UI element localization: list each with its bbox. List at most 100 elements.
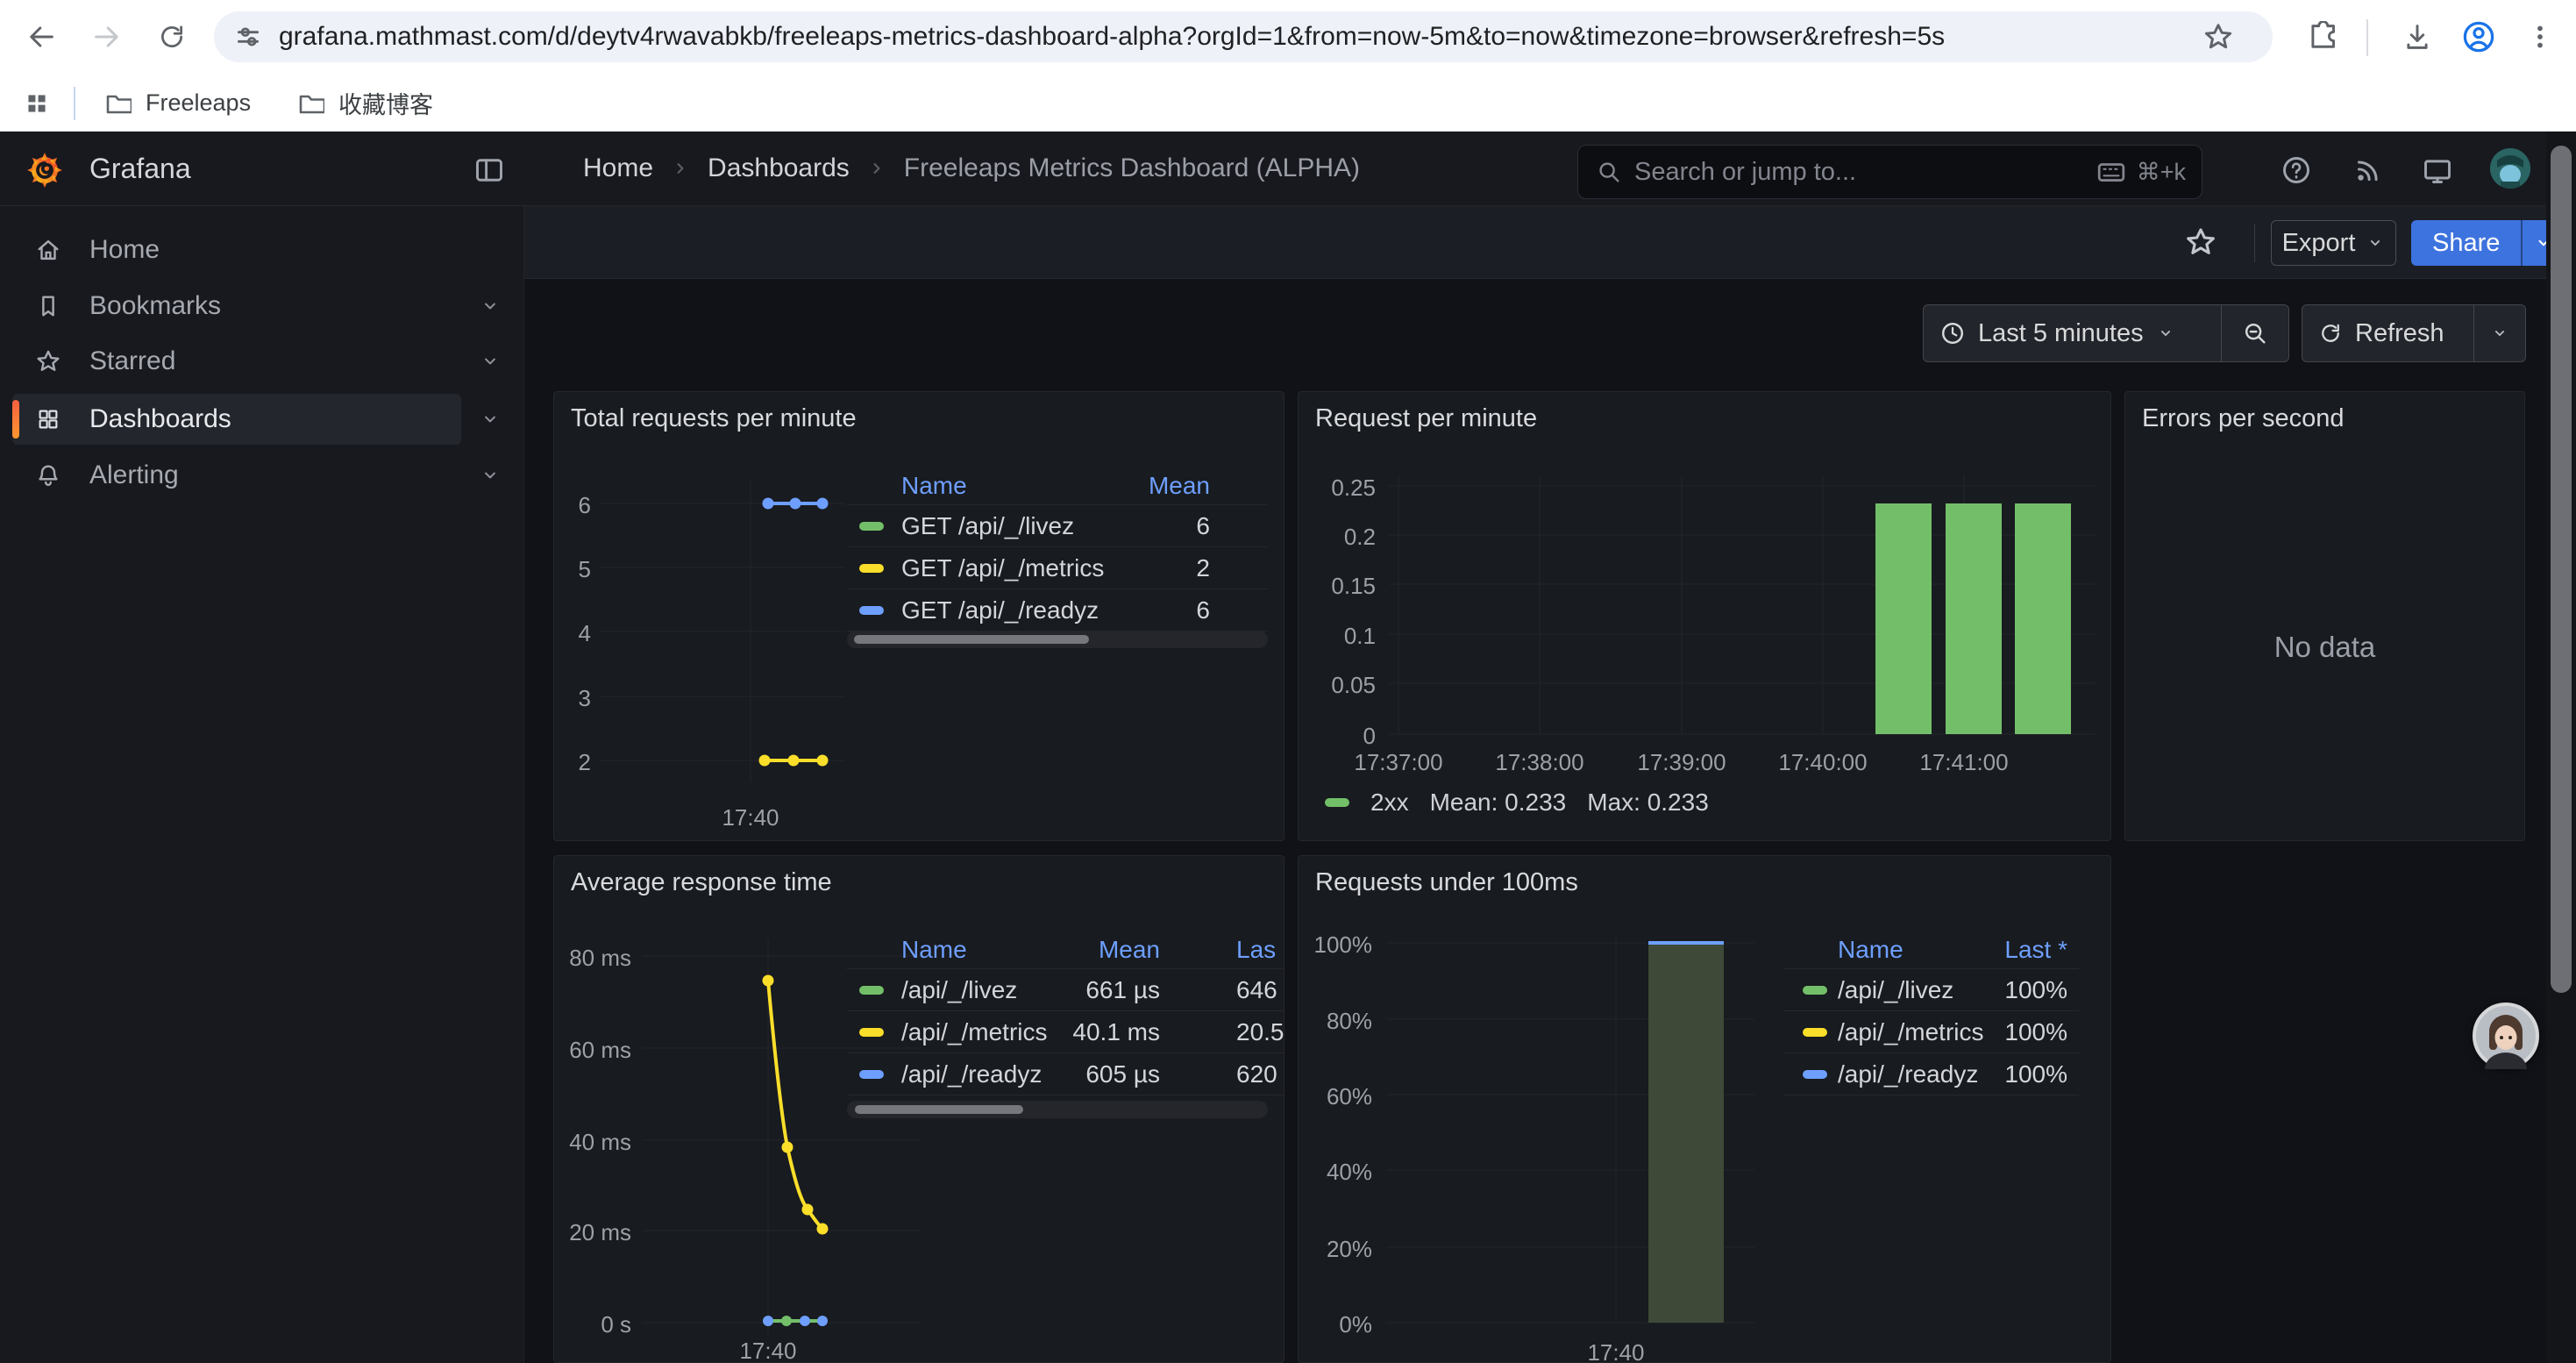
sidebar-item-dashboards[interactable]: Dashboards [12,394,461,445]
panel-requests-under-100ms[interactable]: Requests under 100ms 100% 80% 60% 40% 20… [1298,855,2111,1363]
legend-header-last[interactable]: Las [1236,936,1276,964]
page-scrollbar[interactable] [2546,132,2576,1363]
search-input[interactable] [1634,158,2096,187]
zoom-out-button[interactable] [2222,305,2288,361]
refresh-button[interactable]: Refresh [2302,305,2473,361]
url-bar[interactable] [214,11,2273,62]
panel-legend-table: Name Mean GET /api/_/livez 6 GET /api/_/… [847,467,1268,632]
assistant-avatar[interactable] [2473,1003,2539,1069]
panel-errors-per-second[interactable]: Errors per second No data [2124,391,2525,841]
legend-header-mean[interactable]: Mean [1149,472,1210,500]
search-box[interactable]: ⌘+k [1577,145,2202,199]
legend-mean-stat: Mean: 0.233 [1430,789,1567,817]
bookmark-folder-blogs[interactable]: 收藏博客 [282,82,447,124]
legend-row[interactable]: /api/_/livez 100% [1783,969,2079,1011]
series-color-pill [1803,986,1827,995]
legend-series-name: /api/_/metrics [901,1018,1048,1046]
refresh-interval-button[interactable] [2474,305,2525,361]
legend-header-name[interactable]: Name [901,472,967,500]
keyboard-icon [2096,157,2126,187]
legend-row[interactable]: /api/_/livez 661 µs 646 [847,969,1284,1011]
y-tick: 80 ms [554,945,631,972]
series-color-pill [859,606,884,615]
scrollbar-thumb[interactable] [854,635,1089,644]
y-tick: 2 [554,749,591,776]
refresh-icon [2318,321,2343,346]
scrollbar-thumb[interactable] [2551,146,2572,993]
x-tick: 17:40 [715,1338,821,1363]
legend-series-name: /api/_/metrics [1838,1018,1984,1046]
browser-menu-icon[interactable] [2516,12,2565,61]
news-icon[interactable] [2348,151,2387,189]
legend-header-name[interactable]: Name [901,936,967,964]
chevron-down-icon [2156,324,2175,343]
legend-row[interactable]: /api/_/readyz 100% [1783,1053,2079,1095]
chevron-down-icon[interactable] [479,295,502,318]
help-icon[interactable] [2277,151,2316,189]
breadcrumb-dashboards[interactable]: Dashboards [708,153,850,183]
sidebar-item-label: Dashboards [89,404,231,434]
legend-row[interactable]: GET /api/_/metrics 2 [847,547,1268,589]
sidebar-item-bookmarks[interactable]: Bookmarks [12,281,461,332]
chevron-down-icon[interactable] [479,350,502,373]
time-range-picker[interactable]: Last 5 minutes [1924,305,2221,361]
user-avatar[interactable] [2490,148,2530,189]
star-icon [35,348,61,375]
legend-row[interactable]: /api/_/readyz 605 µs 620 [847,1053,1284,1095]
chevron-down-icon[interactable] [479,464,502,487]
legend-header: Name Mean [847,467,1268,505]
active-indicator [12,400,19,439]
grafana-header: Grafana Home Dashboards Freeleaps Metric… [0,132,2576,206]
grafana-sidebar: Home Bookmarks Starred Dashboards Alerti… [0,206,524,1363]
apps-grid-icon[interactable] [16,82,58,125]
legend-mean-value: 661 µs [1085,976,1160,1004]
breadcrumb: Home Dashboards Freeleaps Metrics Dashbo… [583,132,1360,205]
series-color-pill [859,1070,884,1079]
scrollbar-thumb[interactable] [855,1105,1023,1114]
bookmark-folder-freeleaps[interactable]: Freeleaps [89,82,265,124]
bookmark-folder-label: 收藏博客 [338,86,433,120]
sidebar-item-label: Alerting [89,460,179,490]
panel-request-per-minute[interactable]: Request per minute 0.25 0.2 0.15 [1298,391,2111,841]
legend-row[interactable]: GET /api/_/readyz 6 [847,589,1268,632]
forward-icon[interactable] [82,12,132,61]
legend-row[interactable]: GET /api/_/livez 6 [847,505,1268,547]
y-tick: 0% [1299,1311,1372,1338]
legend-series-name[interactable]: 2xx [1370,789,1409,817]
y-tick: 6 [554,492,591,519]
url-input[interactable] [279,11,2202,62]
series-color-pill [859,522,884,531]
legend-header-name[interactable]: Name [1838,936,1904,964]
panel-total-requests[interactable]: Total requests per minute [553,391,1284,841]
bookmark-star-icon[interactable] [2202,21,2234,53]
grafana-logo[interactable] [26,150,63,193]
sidebar-item-alerting[interactable]: Alerting [12,450,461,501]
legend-row[interactable]: /api/_/metrics 100% [1783,1011,2079,1053]
legend-row[interactable]: /api/_/metrics 40.1 ms 20.5 r [847,1011,1284,1053]
back-icon[interactable] [17,12,66,61]
y-tick: 40% [1299,1159,1372,1186]
sidebar-item-home[interactable]: Home [12,225,461,275]
site-info-icon[interactable] [233,22,263,52]
downloads-icon[interactable] [2393,12,2442,61]
legend-header-last[interactable]: Last * [2004,936,2067,964]
time-range-label: Last 5 minutes [1978,319,2144,348]
panel-avg-response-time[interactable]: Average response time [553,855,1284,1363]
extensions-icon[interactable] [2297,12,2346,61]
legend-scrollbar[interactable] [847,631,1268,648]
reload-icon[interactable] [147,12,196,61]
zoom-out-icon [2242,320,2268,346]
share-button[interactable]: Share [2411,220,2521,266]
breadcrumb-home[interactable]: Home [583,153,653,183]
monitor-icon[interactable] [2418,151,2457,189]
legend-header-mean[interactable]: Mean [1099,936,1160,964]
legend-scrollbar[interactable] [847,1101,1268,1118]
legend-last-value: 20.5 r [1236,1018,1284,1046]
chevron-down-icon[interactable] [479,408,502,431]
sidebar-item-starred[interactable]: Starred [12,336,461,387]
mega-menu-toggle-icon[interactable] [470,151,509,189]
panel-title: Errors per second [2142,404,2345,433]
export-button[interactable]: Export [2271,220,2396,266]
profile-icon[interactable] [2454,12,2503,61]
favorite-star-icon[interactable] [2184,225,2217,259]
